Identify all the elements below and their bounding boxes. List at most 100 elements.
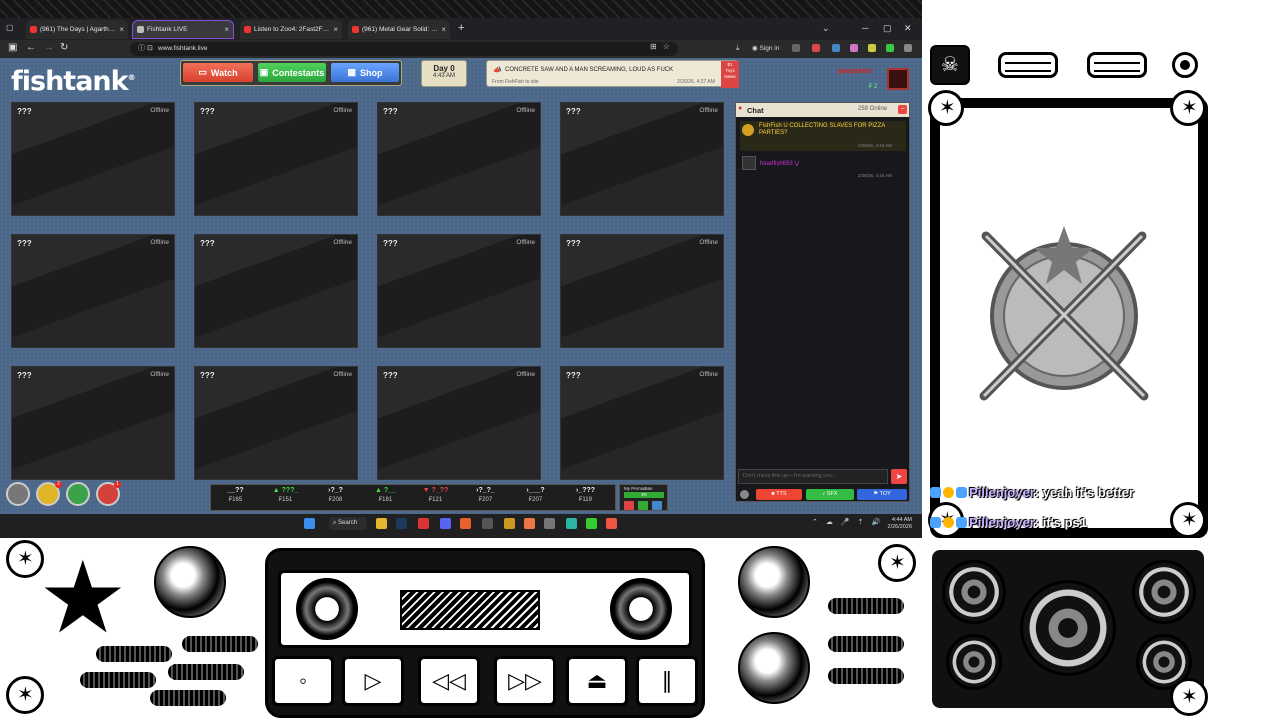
extension-icon[interactable]: [832, 44, 840, 52]
permaban-widget[interactable]: My PermaBan ₣0: [619, 484, 668, 511]
tab-label: Listen to Zoo4: 2Fast2Furious (Rem: [254, 26, 330, 33]
system-tray[interactable]: ⌃☁🎤⇡🔊: [812, 518, 888, 526]
close-window-button[interactable]: ✕: [904, 23, 912, 34]
camera-tile[interactable]: ??? Offline: [377, 366, 541, 480]
tag[interactable]: $1: [721, 62, 739, 67]
camera-tile[interactable]: ??? Offline: [560, 102, 724, 216]
tts-button[interactable]: ■ TTS: [756, 489, 802, 500]
gear-icon[interactable]: [740, 490, 749, 499]
camera-tile[interactable]: ??? Offline: [11, 102, 175, 216]
stat-item[interactable]: ▲ ???_ ₣151: [263, 487, 308, 503]
message-username[interactable]: headfish693 ⋁: [760, 160, 799, 167]
tab-4[interactable]: (961) Metal Gear Solid: Cyborg ×: [348, 20, 450, 39]
avatar[interactable]: [887, 68, 909, 90]
stat-item[interactable]: ›___? ₣207: [513, 487, 558, 503]
extension-icon[interactable]: [812, 44, 820, 52]
minimize-button[interactable]: ─: [862, 23, 868, 33]
firefox-icon[interactable]: [460, 518, 471, 529]
contestants-button[interactable]: ▣ Contestants: [258, 63, 326, 82]
badge-icon: [943, 487, 954, 498]
camera-tile[interactable]: ??? Offline: [11, 366, 175, 480]
obs-icon[interactable]: [606, 518, 617, 529]
camera-tile[interactable]: ??? Offline: [194, 366, 358, 480]
bookmark-icon[interactable]: ⊞☆: [650, 42, 676, 51]
announcement-time: 2/26/26, 4:37 AM: [677, 79, 715, 85]
stat-item[interactable]: __?? ₣165: [213, 487, 258, 503]
app-icon[interactable]: [504, 518, 515, 529]
close-icon[interactable]: ×: [119, 25, 124, 34]
tab-2[interactable]: Fishtank LIVE ×: [132, 20, 234, 39]
tts-label: TTS: [776, 491, 787, 497]
stereo-display: [400, 590, 540, 630]
username[interactable]: poopeater: [838, 68, 872, 75]
stat-item[interactable]: ›?_? ₣208: [313, 487, 358, 503]
app-icon[interactable]: [544, 518, 555, 529]
close-icon[interactable]: ×: [224, 25, 229, 34]
sidebar-icon[interactable]: ▣: [8, 43, 17, 53]
tab-search-icon[interactable]: ▢: [6, 23, 14, 32]
back-icon[interactable]: ←: [26, 43, 36, 53]
sfx-button[interactable]: ♪ SFX: [806, 489, 854, 500]
leaderboard-icon[interactable]: [638, 501, 648, 510]
fishtank-logo[interactable]: fishtank®: [11, 66, 136, 97]
camera-tile[interactable]: ??? Offline: [560, 234, 724, 348]
taskbar-search[interactable]: ⌕ Search: [329, 517, 367, 530]
tab-3[interactable]: Listen to Zoo4: 2Fast2Furious (Rem ×: [240, 20, 342, 39]
camera-tile[interactable]: ??? Offline: [377, 234, 541, 348]
toy-button[interactable]: ⚑ TOY: [857, 489, 907, 500]
camera-tile[interactable]: ??? Offline: [11, 234, 175, 348]
camera-tile[interactable]: ??? Offline: [194, 234, 358, 348]
trophy-icon[interactable]: [66, 482, 90, 506]
tab-1[interactable]: (961) The Days | Agartha Remix ×: [26, 20, 128, 39]
chart-icon[interactable]: [624, 501, 634, 510]
app-icon[interactable]: [586, 518, 597, 529]
announcement-banner[interactable]: 📣 CONCRETE SAW AND A MAN SCREAMING, LOUD…: [486, 60, 739, 88]
app-icon[interactable]: [418, 518, 429, 529]
close-icon[interactable]: ×: [333, 25, 338, 34]
watch-button[interactable]: ▭ Watch: [183, 63, 253, 82]
avatar[interactable]: [742, 156, 756, 170]
extension-icon[interactable]: [868, 44, 876, 52]
file-explorer-icon[interactable]: [376, 518, 387, 529]
sign-in-button[interactable]: ◉ Sign in: [752, 44, 779, 52]
send-button[interactable]: ➤: [891, 469, 907, 484]
extension-icon[interactable]: [850, 44, 858, 52]
chat-message[interactable]: FishFish U COLLECTING SLAVES FOR PIZZA P…: [740, 121, 906, 151]
announcement-from: From FishFish to site: [492, 79, 539, 85]
download-icon[interactable]: ⤓: [736, 43, 740, 53]
forward-icon[interactable]: →: [44, 43, 54, 53]
minimize-chat-button[interactable]: −: [898, 105, 907, 114]
chat-input[interactable]: Don't mess this up—I'm warning you...: [738, 469, 888, 484]
taskbar-clock[interactable]: 4:44 AM 2/26/2026: [884, 517, 912, 531]
app-icon[interactable]: [482, 518, 493, 529]
tag[interactable]: Toys: [721, 68, 739, 73]
stat-item[interactable]: ▲ ?__ ₣181: [363, 487, 408, 503]
url-input[interactable]: ⓘ ⊡ www.fishtank.live: [130, 42, 678, 56]
stat-item[interactable]: ▼ ?_?? ₣121: [413, 487, 458, 503]
app-icon[interactable]: [524, 518, 535, 529]
trophy-icon[interactable]: [652, 501, 662, 510]
maximize-button[interactable]: ▢: [883, 23, 892, 34]
decor-pill-icon: [80, 672, 156, 688]
steam-icon[interactable]: [396, 518, 407, 529]
camera-tile[interactable]: ??? Offline: [560, 366, 724, 480]
menu-icon[interactable]: [904, 44, 912, 52]
shop-button[interactable]: ▦ Shop: [331, 63, 399, 82]
reload-icon[interactable]: ↻: [60, 43, 68, 53]
discord-icon[interactable]: [440, 518, 451, 529]
settings-gear-icon[interactable]: [6, 482, 30, 506]
tag[interactable]: News: [721, 74, 739, 79]
windows-start-icon[interactable]: [304, 518, 315, 529]
app-icon[interactable]: [566, 518, 577, 529]
stat-item[interactable]: ›?_?_ ₣207: [463, 487, 508, 503]
site-info-icon[interactable]: ⓘ ⊡: [138, 42, 153, 56]
chat-header: ● Chat 259 Online −: [736, 103, 909, 117]
stat-item[interactable]: ›_??? ₣119: [563, 487, 608, 503]
close-icon[interactable]: ×: [441, 25, 446, 34]
extension-icon[interactable]: [792, 44, 800, 52]
new-tab-button[interactable]: +: [458, 22, 464, 34]
camera-tile[interactable]: ??? Offline: [194, 102, 358, 216]
extension-icon[interactable]: [886, 44, 894, 52]
chevron-down-icon[interactable]: ⌄: [822, 23, 830, 34]
camera-tile[interactable]: ??? Offline: [377, 102, 541, 216]
